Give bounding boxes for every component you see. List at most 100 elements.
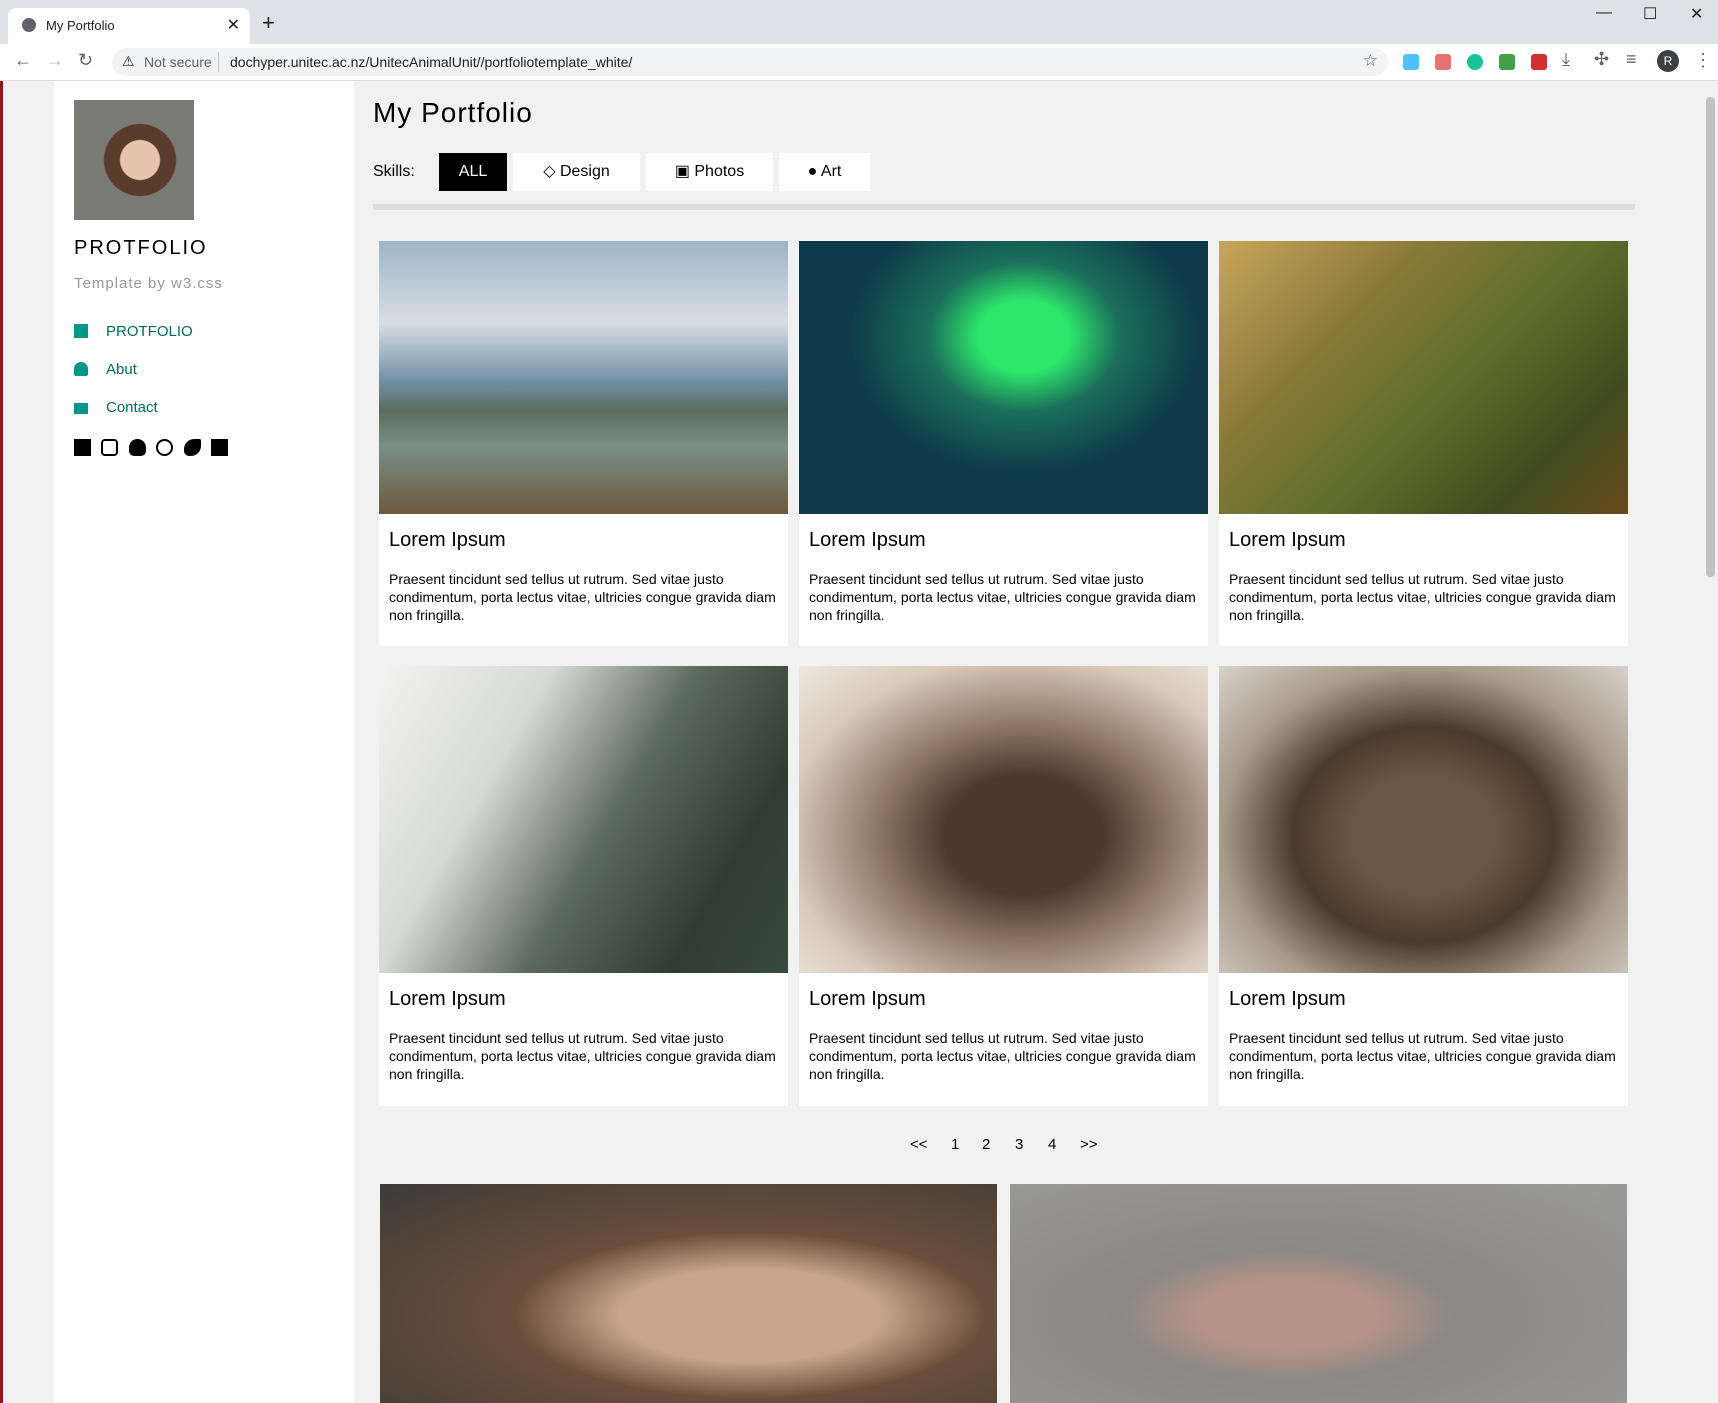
sidebar-item-contact[interactable]: Contact <box>74 399 158 416</box>
sidebar-brand: PROTFOLIO <box>74 237 208 259</box>
pager-next[interactable]: >> <box>1080 1136 1098 1153</box>
scrollbar[interactable] <box>1703 81 1718 1403</box>
page-viewport: PROTFOLIO Template by w3.css PROTFOLIO A… <box>0 81 1718 1403</box>
tab-title: My Portfolio <box>46 18 115 33</box>
card-image <box>1219 666 1628 973</box>
pdf-icon[interactable] <box>1531 54 1547 70</box>
user-icon <box>74 362 88 376</box>
gallery-image[interactable] <box>1010 1184 1627 1403</box>
gallery-image[interactable] <box>380 1184 997 1403</box>
grammarly-icon[interactable] <box>1467 54 1483 70</box>
card-image <box>799 666 1208 973</box>
filter-label: Design <box>559 163 610 180</box>
profile-avatar[interactable]: R <box>1657 50 1679 72</box>
pager-page[interactable]: 2 <box>982 1136 990 1153</box>
photo-icon: ▣ <box>674 163 695 180</box>
map-pin-icon: ● <box>807 163 821 180</box>
pager-page[interactable]: 4 <box>1048 1136 1056 1153</box>
pinterest-icon[interactable] <box>156 439 174 456</box>
extension-icon[interactable] <box>1403 54 1419 70</box>
sidebar-item-portfolio[interactable]: PROTFOLIO <box>74 323 193 340</box>
scrollbar-thumb[interactable] <box>1706 97 1715 577</box>
portfolio-card[interactable]: Lorem Ipsum Praesent tincidunt sed tellu… <box>1219 241 1628 646</box>
maximize-icon[interactable]: ☐ <box>1643 4 1657 24</box>
card-image <box>379 666 788 973</box>
bookmark-star-icon[interactable]: ☆ <box>1363 51 1378 71</box>
filter-all-button[interactable]: ALL <box>439 153 507 191</box>
portfolio-card[interactable]: Lorem Ipsum Praesent tincidunt sed tellu… <box>1219 666 1628 1106</box>
minimize-icon[interactable]: — <box>1596 4 1612 22</box>
envelope-icon <box>74 403 88 414</box>
divider <box>218 52 219 72</box>
card-text: Praesent tincidunt sed tellus ut rutrum.… <box>389 1030 776 1082</box>
close-tab-icon[interactable]: ✕ <box>227 15 240 35</box>
card-text: Praesent tincidunt sed tellus ut rutrum.… <box>809 571 1196 623</box>
not-secure-label: Not secure <box>144 54 212 70</box>
divider <box>373 204 1635 210</box>
close-window-icon[interactable]: ✕ <box>1690 4 1703 24</box>
instagram-icon[interactable] <box>101 439 119 456</box>
sidebar-subtitle: Template by w3.css <box>74 275 223 292</box>
reading-list-icon[interactable]: ≡ <box>1626 49 1637 70</box>
pager-prev[interactable]: << <box>910 1136 928 1153</box>
sidebar-item-label: PROTFOLIO <box>106 323 193 340</box>
page-title: My Portfolio <box>373 97 533 128</box>
puzzle-icon[interactable]: ✣ <box>1594 49 1609 70</box>
diamond-icon: ◇ <box>543 163 560 180</box>
pagination: << 1 2 3 4 >> <box>373 1136 1635 1160</box>
address-bar[interactable]: ⚠ Not secure dochyper.unitec.ac.nz/Unite… <box>112 48 1388 76</box>
social-links <box>74 439 234 461</box>
card-text: Praesent tincidunt sed tellus ut rutrum.… <box>1229 571 1616 623</box>
window-edge <box>0 81 3 1403</box>
forward-icon[interactable]: → <box>46 50 64 71</box>
filter-design-button[interactable]: ◇ Design <box>513 153 640 191</box>
filter-art-button[interactable]: ● Art <box>779 153 870 191</box>
reload-icon[interactable]: ↻ <box>78 50 93 71</box>
card-image <box>799 241 1208 514</box>
card-title: Lorem Ipsum <box>809 529 926 551</box>
pocket-icon[interactable] <box>1435 54 1451 70</box>
card-image <box>1219 241 1628 514</box>
portfolio-card[interactable]: Lorem Ipsum Praesent tincidunt sed tellu… <box>799 666 1208 1106</box>
sidebar-item-label: Contact <box>106 399 158 416</box>
grid-icon <box>74 324 88 338</box>
pager-page[interactable]: 1 <box>951 1136 959 1153</box>
browser-tab[interactable]: My Portfolio ✕ <box>8 8 250 44</box>
skills-label: Skills: <box>373 163 415 180</box>
extension-icon[interactable] <box>1499 54 1515 70</box>
sidebar: PROTFOLIO Template by w3.css PROTFOLIO A… <box>54 81 354 1403</box>
card-title: Lorem Ipsum <box>1229 529 1346 551</box>
card-title: Lorem Ipsum <box>809 988 926 1010</box>
sidebar-item-about[interactable]: Abut <box>74 361 137 378</box>
avatar <box>74 100 194 220</box>
filter-photos-button[interactable]: ▣ Photos <box>646 153 773 191</box>
twitter-icon[interactable] <box>183 439 201 456</box>
portfolio-card[interactable]: Lorem Ipsum Praesent tincidunt sed tellu… <box>379 241 788 646</box>
tab-strip: My Portfolio ✕ + — ☐ ✕ <box>0 0 1718 44</box>
facebook-icon[interactable] <box>74 439 91 456</box>
portfolio-card[interactable]: Lorem Ipsum Praesent tincidunt sed tellu… <box>799 241 1208 646</box>
sidebar-item-label: Abut <box>106 361 137 378</box>
warning-icon: ⚠ <box>122 53 135 69</box>
filter-label: Art <box>820 163 842 180</box>
linkedin-icon[interactable] <box>211 439 229 456</box>
card-title: Lorem Ipsum <box>389 529 506 551</box>
browser-toolbar: ← → ↻ ⚠ Not secure dochyper.unitec.ac.nz… <box>0 44 1718 81</box>
card-image <box>379 241 788 514</box>
portfolio-card[interactable]: Lorem Ipsum Praesent tincidunt sed tellu… <box>379 666 788 1106</box>
filter-label: Photos <box>694 163 745 180</box>
card-title: Lorem Ipsum <box>389 988 506 1010</box>
menu-icon[interactable]: ⋮ <box>1694 50 1712 71</box>
url-text[interactable]: dochyper.unitec.ac.nz/UnitecAnimalUnit//… <box>230 54 632 70</box>
back-icon[interactable]: ← <box>14 50 32 71</box>
filter-label: ALL <box>458 163 488 180</box>
new-tab-button[interactable]: + <box>262 10 275 36</box>
download-icon[interactable]: ⤓ <box>1562 49 1570 70</box>
card-text: Praesent tincidunt sed tellus ut rutrum.… <box>1229 1030 1616 1082</box>
pager-page[interactable]: 3 <box>1015 1136 1023 1153</box>
snapchat-icon[interactable] <box>128 439 146 456</box>
card-text: Praesent tincidunt sed tellus ut rutrum.… <box>389 571 776 623</box>
card-title: Lorem Ipsum <box>1229 988 1346 1010</box>
globe-icon <box>22 18 36 32</box>
card-text: Praesent tincidunt sed tellus ut rutrum.… <box>809 1030 1196 1082</box>
